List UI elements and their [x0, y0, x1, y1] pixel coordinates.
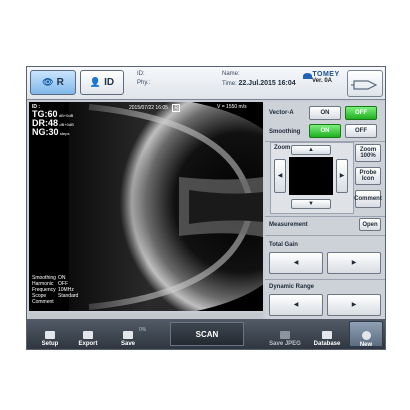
- exam-info: Name: Time: 22.Jul.2015 16:04: [222, 70, 296, 89]
- zoom-level-button[interactable]: Zoom 100%: [355, 144, 381, 162]
- tomey-logo: TOMEY Ver. 0A: [303, 71, 341, 95]
- image-params: Smoothing ON Harmonic OFF Frequency 10MHz S…: [32, 275, 78, 305]
- ultrasound-image[interactable]: ID : TG:60 dB+0dB DR:48 dB+0dB NG:30 ste…: [29, 102, 263, 311]
- globe-icon: [303, 73, 312, 79]
- arrow-up-icon: ▲: [308, 147, 314, 153]
- arrow-right-icon: ▶: [351, 302, 357, 308]
- zoom-preview[interactable]: [289, 157, 333, 195]
- new-label: New: [359, 342, 373, 348]
- tab-eye-mode[interactable]: 👁 R: [30, 70, 76, 95]
- overlay-ng-unit: steps: [59, 131, 70, 136]
- zoom-label: Zoom: [274, 145, 291, 151]
- save-percent: 0%: [139, 327, 147, 333]
- save-icon: [123, 331, 133, 339]
- ultrasound-app: 👁 R 👤 ID ID: Phy.: Name: Time: 22.Jul.20…: [26, 66, 386, 350]
- database-icon: [322, 331, 332, 339]
- dynamic-range-decrease-button[interactable]: ◀: [269, 294, 323, 316]
- arrow-left-icon: ◀: [293, 302, 299, 308]
- control-panel: Vector-A ON OFF Smoothing ON OFF Zoom ▲ …: [265, 102, 385, 349]
- time-value: 22.Jul.2015 16:04: [238, 80, 296, 87]
- probe-button[interactable]: [347, 70, 383, 97]
- smoothing-off-button[interactable]: OFF: [345, 124, 377, 138]
- arrow-right-icon: ▶: [351, 260, 357, 266]
- arrow-right-icon: ▶: [339, 173, 345, 179]
- person-icon: [361, 331, 371, 340]
- user-icon: 👤: [89, 77, 102, 87]
- database-label: Database: [313, 341, 341, 347]
- vector-a-label: Vector-A: [269, 110, 294, 116]
- image-overlay-top: 2015/07/22 16:05 R: [129, 104, 180, 112]
- eye-icon: 👁: [42, 77, 54, 87]
- zoom-pad: Zoom ▲ ▼ ◀ ▶: [270, 142, 354, 214]
- save-button[interactable]: Save: [113, 321, 143, 347]
- total-gain-increase-button[interactable]: ▶: [327, 252, 381, 274]
- divider: [265, 216, 385, 217]
- overlay-tg-unit: dB+0dB: [58, 113, 74, 118]
- new-button-content: New: [350, 322, 382, 348]
- tab-eye-mode-label: R: [56, 77, 64, 88]
- param-row: Comment: [32, 299, 54, 305]
- image-icon: [280, 331, 290, 339]
- overlay-dr-unit: dB+0dB: [59, 122, 74, 127]
- export-button[interactable]: Export: [73, 321, 103, 347]
- vector-a-off-button[interactable]: OFF: [345, 106, 377, 120]
- total-gain-decrease-button[interactable]: ◀: [269, 252, 323, 274]
- database-button[interactable]: Database: [309, 321, 345, 347]
- overlay-datetime: 2015/07/22 16:05: [129, 105, 168, 111]
- total-gain-label: Total Gain: [269, 242, 298, 248]
- dynamic-range-label: Dynamic Range: [269, 284, 315, 290]
- patient-info: ID: Phy.:: [137, 70, 150, 88]
- comment-button[interactable]: Comment: [354, 190, 382, 208]
- save-label: Save: [120, 341, 135, 347]
- time-label: Time:: [222, 81, 237, 87]
- pan-up-button[interactable]: ▲: [291, 145, 331, 155]
- id-label: ID:: [137, 71, 145, 77]
- pan-right-button[interactable]: ▶: [336, 159, 348, 193]
- scan-button[interactable]: SCAN: [170, 322, 244, 346]
- arrow-down-icon: ▼: [308, 201, 314, 207]
- bottom-toolbar: Setup Export Save 0% SCAN Save JPEG Data…: [27, 319, 385, 349]
- pan-down-button[interactable]: ▼: [291, 199, 331, 209]
- measurement-open-button[interactable]: Open: [359, 218, 381, 231]
- tab-patient-id-label: ID: [104, 77, 115, 88]
- image-overlay-left: ID : TG:60 dB+0dB DR:48 dB+0dB NG:30 ste…: [32, 104, 74, 137]
- arrow-left-icon: ◀: [277, 173, 283, 179]
- arrow-left-icon: ◀: [293, 260, 299, 266]
- name-label: Name:: [222, 71, 240, 77]
- smoothing-on-button[interactable]: ON: [309, 124, 341, 138]
- divider: [265, 235, 385, 236]
- save-jpeg-label: Save JPEG: [269, 341, 301, 347]
- overlay-velocity: V = 1550 m/s: [217, 104, 247, 110]
- header-bar: 👁 R 👤 ID ID: Phy.: Name: Time: 22.Jul.20…: [27, 67, 385, 100]
- divider: [265, 279, 385, 280]
- monitor-icon: [45, 331, 55, 339]
- probe-icon: [351, 80, 378, 90]
- new-button[interactable]: New: [349, 321, 383, 348]
- tab-patient-id[interactable]: 👤 ID: [80, 70, 124, 95]
- phy-label: Phy.:: [137, 80, 151, 86]
- setup-button[interactable]: Setup: [35, 321, 65, 347]
- smoothing-label: Smoothing: [269, 129, 301, 135]
- pan-left-button[interactable]: ◀: [274, 159, 286, 193]
- export-label: Export: [78, 341, 98, 347]
- setup-label: Setup: [41, 341, 59, 347]
- probe-icon-button[interactable]: Probe Icon: [355, 167, 381, 185]
- overlay-mode-badge: R: [172, 104, 180, 112]
- save-jpeg-button[interactable]: Save JPEG: [265, 321, 305, 347]
- overlay-ng: NG:30: [32, 127, 59, 137]
- export-icon: [83, 331, 93, 339]
- measurement-label: Measurement: [269, 222, 308, 228]
- dynamic-range-increase-button[interactable]: ▶: [327, 294, 381, 316]
- vector-a-on-button[interactable]: ON: [309, 106, 341, 120]
